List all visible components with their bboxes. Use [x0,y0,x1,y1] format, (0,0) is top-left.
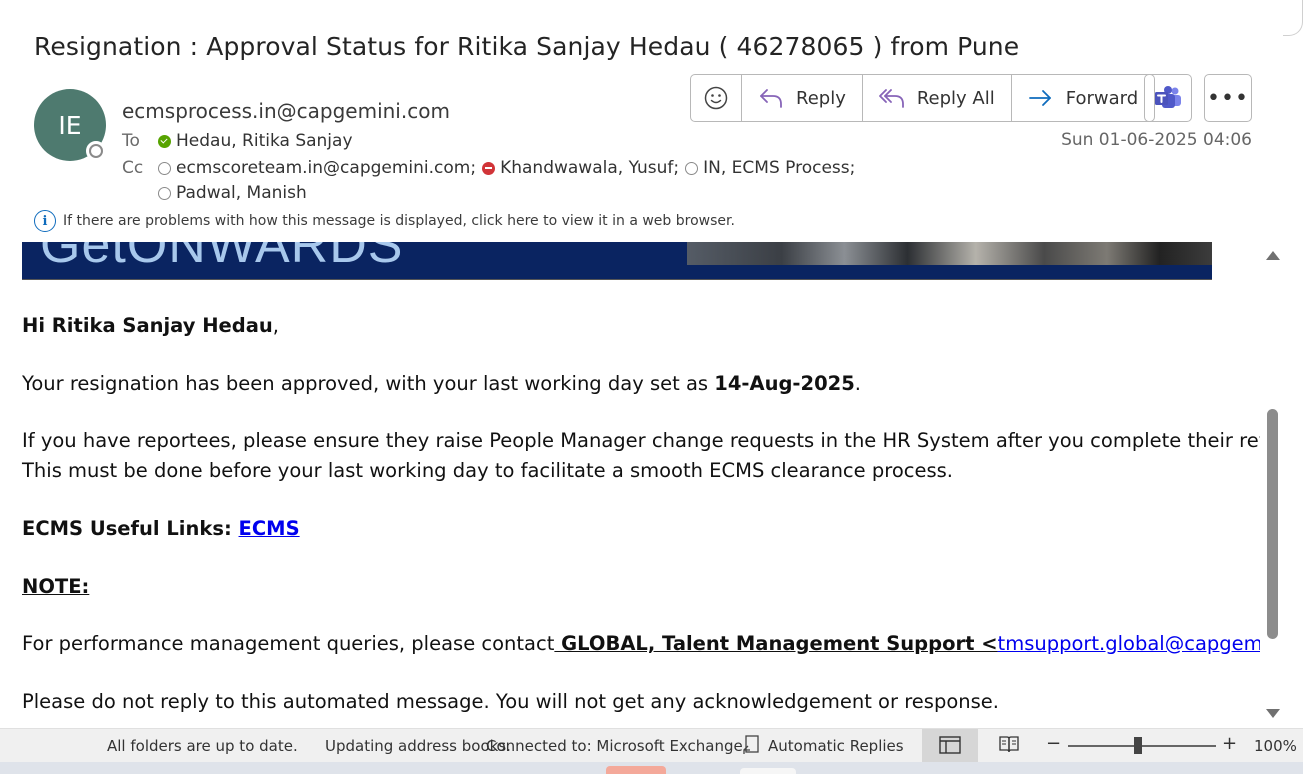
avatar-initials: IE [58,110,82,140]
recipient[interactable]: IN, ECMS Process; [685,158,855,178]
teams-icon [1155,86,1181,108]
presence-dnd-icon [482,161,496,175]
info-bar-text: If there are problems with how this mess… [63,213,735,229]
window-corner [1283,0,1303,36]
reading-view-icon[interactable] [998,734,1020,758]
zoom-level[interactable]: 100% [1254,737,1297,755]
cc-recipients-line1: ecmscoreteam.in@capgemini.com; Khandwawa… [158,158,861,178]
note-heading: NOTE: [22,575,89,598]
status-connection[interactable]: Connected to: Microsoft Exchange [486,737,743,755]
email-banner: GetONWARDS [22,242,1212,280]
recipient-name: Hedau, Ritika Sanjay [176,131,353,151]
reply-button[interactable]: Reply [742,75,863,121]
performance-text: For performance management queries, plea… [22,632,555,655]
approval-paragraph: Your resignation has been approved, with… [22,372,861,395]
zoom-slider-thumb[interactable] [1133,737,1142,754]
cc-label: Cc [122,158,144,178]
sender-address[interactable]: ecmsprocess.in@capgemini.com [122,99,450,123]
status-updating: Updating address books. [325,737,511,755]
status-bar: All folders are up to date. Updating add… [0,728,1303,762]
forward-button[interactable]: Forward [1012,75,1154,121]
reply-all-button[interactable]: Reply All [863,75,1012,121]
approval-text: Your resignation has been approved, with… [22,372,715,395]
info-bar[interactable]: i If there are problems with how this me… [34,210,735,232]
zoom-slider[interactable] [1068,745,1216,747]
ecms-link[interactable]: ECMS [239,517,300,540]
performance-contact: For performance management queries, plea… [22,632,1260,655]
reportees-line1: If you have reportees, please ensure the… [22,429,1260,452]
presence-offline-icon [685,161,699,175]
message-date: Sun 01-06-2025 04:06 [1061,130,1252,150]
note-label: NOTE: [22,575,90,598]
outlook-reading-pane: Resignation : Approval Status for Ritika… [0,0,1303,774]
reply-all-icon [878,89,904,108]
scroll-thumb[interactable] [1267,409,1278,639]
recipient[interactable]: ecmscoreteam.in@capgemini.com; [158,158,476,178]
last-working-day: 14-Aug-2025 [714,372,855,395]
greeting-comma: , [272,314,279,337]
recipient[interactable]: Hedau, Ritika Sanjay [158,131,353,151]
no-reply-notice: Please do not reply to this automated me… [22,690,999,713]
forward-label: Forward [1065,87,1139,109]
recipient-name: Khandwawala, Yusuf; [500,158,680,178]
recipient-name: ecmscoreteam.in@capgemini.com; [176,158,477,178]
vertical-scrollbar[interactable] [1260,242,1286,728]
zoom-out-button[interactable]: − [1046,733,1061,754]
react-button[interactable] [691,75,742,121]
to-recipients: Hedau, Ritika Sanjay [158,131,359,151]
reply-label: Reply [796,87,846,109]
normal-view-button[interactable] [922,729,978,762]
info-icon: i [34,210,56,232]
approval-end: . [854,372,861,395]
cc-recipients-line2: Padwal, Manish [158,183,313,203]
talent-support-name: GLOBAL, Talent Management Support < [554,632,998,655]
message-actions-toolbar: Reply Reply All Forward [690,74,1156,122]
presence-offline-icon [86,141,106,161]
recipient[interactable]: Khandwawala, Yusuf; [482,158,679,178]
forward-icon [1028,90,1051,106]
presence-offline-icon [158,186,171,200]
teams-chat-button[interactable] [1144,74,1192,122]
scroll-up-icon[interactable] [1266,251,1280,260]
presence-available-icon [158,134,171,148]
banner-text: GetONWARDS [40,242,404,274]
recipient-name: IN, ECMS Process; [703,158,856,178]
useful-links: ECMS Useful Links: ECMS [22,517,300,540]
message-body: GetONWARDS Hi Ritika Sanjay Hedau, Your … [0,242,1260,728]
message-subject: Resignation : Approval Status for Ritika… [34,32,1020,61]
greeting-name: Hi Ritika Sanjay Hedau [22,314,273,337]
taskbar-app[interactable] [740,768,796,774]
status-folders: All folders are up to date. [107,737,298,755]
zoom-in-button[interactable]: + [1222,733,1237,754]
more-icon: ••• [1207,85,1249,111]
more-actions-button[interactable]: ••• [1204,74,1252,122]
taskbar-app[interactable] [606,766,666,774]
normal-view-icon [939,736,961,754]
scroll-down-icon[interactable] [1266,709,1280,718]
recipient-name: Padwal, Manish [176,183,307,203]
banner-photo [687,242,1212,265]
reply-all-label: Reply All [916,87,995,109]
reportees-line2: This must be done before your last worki… [22,459,953,482]
to-label: To [122,131,140,151]
useful-links-label: ECMS Useful Links: [22,517,239,540]
auto-replies-icon [742,734,760,760]
automatic-replies-button[interactable]: Automatic Replies [768,737,904,755]
recipient[interactable]: Padwal, Manish [158,183,307,203]
greeting: Hi Ritika Sanjay Hedau, [22,314,279,337]
reply-icon [760,89,782,108]
smiley-icon [704,86,728,110]
presence-offline-icon [158,161,171,175]
support-email-link[interactable]: tmsupport.global@capgemini.com [998,632,1260,655]
